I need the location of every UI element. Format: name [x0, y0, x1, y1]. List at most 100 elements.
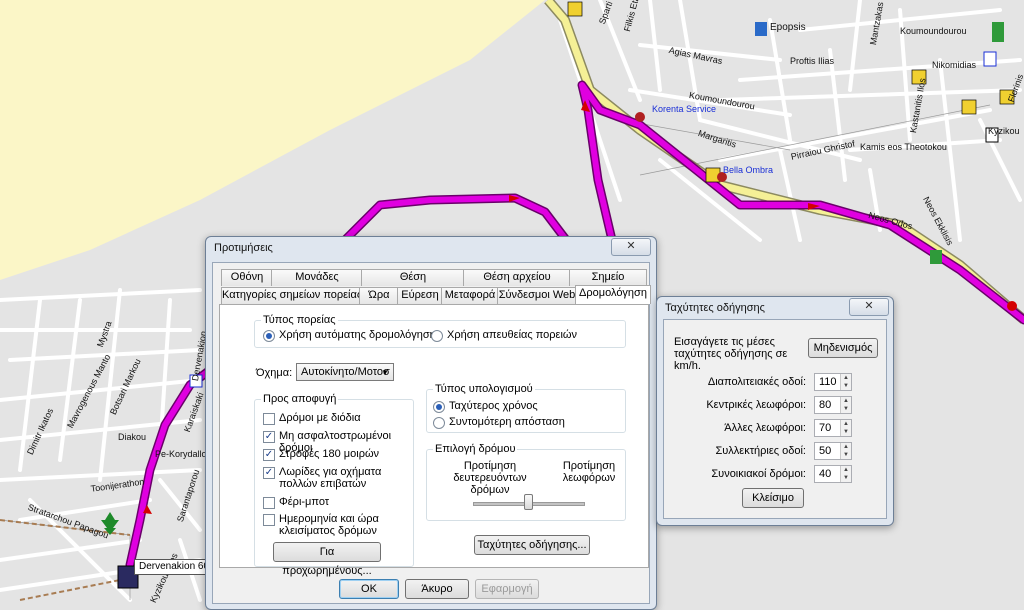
radio-icon [433, 401, 445, 413]
ok-button[interactable]: OK [339, 579, 399, 599]
checkbox-icon: ✓ [263, 431, 275, 443]
tab-routing[interactable]: Δρομολόγηση [575, 285, 651, 304]
spin-arrows-icon[interactable]: ▲ ▼ [840, 420, 851, 436]
radio-auto-routing[interactable]: Χρήση αυτόματης δρομολόγησης [263, 329, 441, 342]
spin-value: 50 [819, 445, 832, 457]
slider-thumb[interactable] [524, 494, 533, 510]
speed-input-other-highways[interactable]: 70 ▲ ▼ [814, 419, 852, 437]
poi-parking-icon [983, 51, 997, 67]
group-title: Επιλογή δρόμου [433, 443, 518, 455]
street-label: Diakou [118, 432, 147, 442]
tab-transfer[interactable]: Μεταφορά [441, 287, 499, 304]
checkbox-icon: ✓ [263, 449, 275, 461]
close-button[interactable]: ✕ [849, 298, 889, 316]
driving-speeds-button[interactable]: Ταχύτητες οδήγησης... [474, 535, 590, 555]
poi-label: Bella Ombra [723, 165, 774, 175]
checkbox-label: Δρόμοι με διόδια [279, 412, 361, 424]
road-selection-group: Επιλογή δρόμου Προτίμηση δευτερευόντων δ… [426, 443, 626, 521]
tab-file-location[interactable]: Θέση αρχείου [463, 269, 571, 286]
street-label: Pe-Korydallos [155, 449, 212, 459]
speed-label: Κεντρικές λεωφόροι: [706, 399, 806, 411]
radio-shortest-distance[interactable]: Συντομότερη απόσταση [433, 416, 565, 429]
street-label: Kamis eos Theotokou [860, 142, 947, 152]
checkbox-icon [263, 514, 275, 526]
radio-icon [431, 330, 443, 342]
slider-right-label: Προτίμηση λεωφόρων [562, 460, 616, 484]
radio-label: Συντομότερη απόσταση [449, 416, 565, 428]
dialog-client: Εισαγάγετε τις μέσες ταχύτητες οδήγησης … [663, 319, 887, 519]
checkbox-icon: ✓ [263, 467, 275, 479]
tab-time[interactable]: Ώρα [359, 287, 399, 304]
tab-find[interactable]: Εύρεση [397, 287, 443, 304]
checkbox-label: Φέρι-μποτ [279, 496, 330, 508]
vehicle-select[interactable]: Αυτοκίνητο/Μοτοσ ▼ [296, 363, 394, 381]
cancel-button[interactable]: Άκυρο [405, 579, 469, 599]
checkbox-label: Ημερομηνία και ώρα κλεισίματος δρόμων [279, 513, 379, 537]
group-title: Προς αποφυγή [261, 393, 339, 405]
dialog-client: Οθόνη Μονάδες Θέση Θέση αρχείου Σημείο Κ… [212, 262, 651, 604]
checkbox-icon [263, 413, 275, 425]
avoid-group: Προς αποφυγή Δρόμοι με διόδια ✓ Μη ασφαλ… [254, 393, 414, 577]
street-label: Kyzikou [988, 126, 1020, 136]
speed-input-collector-roads[interactable]: 50 ▲ ▼ [814, 442, 852, 460]
radio-label: Ταχύτερος χρόνος [449, 400, 538, 412]
radio-label: Χρήση αυτόματης δρομολόγησης [279, 329, 442, 341]
tab-web-links[interactable]: Σύνδεσμοι Web [497, 287, 577, 304]
dialog-title: Προτιμήσεις [214, 242, 273, 254]
location-label: Dervenakion 60 [134, 559, 215, 575]
check-carpool-lanes[interactable]: ✓ Λωρίδες για οχήματα πολλών επιβατών [263, 466, 411, 490]
poi-restaurant-icon [755, 22, 767, 36]
route-flag-icon [1007, 301, 1017, 311]
route-type-group: Τύπος πορείας Χρήση αυτόματης δρομολόγησ… [254, 314, 626, 348]
check-u-turns[interactable]: ✓ Στροφές 180 μοιρών [263, 448, 379, 461]
select-value: Αυτοκίνητο/Μοτοσ [301, 366, 390, 378]
speed-label: Συλλεκτήριες οδοί: [715, 445, 806, 457]
close-button[interactable]: ✕ [611, 238, 651, 256]
poi-hotel-icon [567, 1, 583, 17]
spin-arrows-icon[interactable]: ▲ ▼ [840, 443, 851, 459]
spin-arrows-icon[interactable]: ▲ ▼ [840, 397, 851, 413]
group-title: Τύπος πορείας [261, 314, 338, 326]
poi-label: Epopsis [770, 22, 806, 33]
group-title: Τύπος υπολογισμού [433, 383, 535, 395]
reset-button[interactable]: Μηδενισμός [808, 338, 878, 358]
radio-icon [263, 330, 275, 342]
poi-label: Korenta Service [652, 104, 717, 114]
preferences-dialog: Προτιμήσεις ✕ Οθόνη Μονάδες Θέση Θέση αρ… [205, 236, 657, 610]
tab-point[interactable]: Σημείο [569, 269, 647, 286]
radio-direct-routes[interactable]: Χρήση απευθείας πορειών [431, 329, 577, 342]
speed-input-interstate[interactable]: 110 ▲ ▼ [814, 373, 852, 391]
tab-display[interactable]: Οθόνη [221, 269, 273, 286]
checkbox-label: Στροφές 180 μοιρών [279, 448, 380, 460]
speed-input-major-highways[interactable]: 80 ▲ ▼ [814, 396, 852, 414]
tab-units[interactable]: Μονάδες [271, 269, 363, 286]
radio-fastest-time[interactable]: Ταχύτερος χρόνος [433, 400, 538, 413]
slider-left-label: Προτίμηση δευτερευόντων δρόμων [453, 460, 527, 496]
advanced-button[interactable]: Για προχωρημένους... [273, 542, 381, 577]
routing-panel: Τύπος πορείας Χρήση αυτόματης δρομολόγησ… [219, 304, 649, 577]
poi-icon [930, 250, 942, 264]
close-dialog-button[interactable]: Κλείσιμο [742, 488, 804, 508]
check-toll-roads[interactable]: Δρόμοι με διόδια [263, 412, 361, 425]
spin-value: 40 [819, 468, 832, 480]
radio-icon [433, 417, 445, 429]
spin-value: 80 [819, 399, 832, 411]
tab-position[interactable]: Θέση [361, 269, 465, 286]
checkbox-label: Λωρίδες για οχήματα πολλών επιβατών [279, 466, 382, 490]
calc-type-group: Τύπος υπολογισμού Ταχύτερος χρόνος Συντο… [426, 383, 626, 433]
instruction-text: Εισαγάγετε τις μέσες ταχύτητες οδήγησης … [674, 336, 788, 372]
apply-button[interactable]: Εφαρμογή [475, 579, 539, 599]
checkbox-icon [263, 497, 275, 509]
poi-service-icon [635, 112, 645, 122]
poi-hotel-icon [961, 99, 977, 115]
speed-input-residential-streets[interactable]: 40 ▲ ▼ [814, 465, 852, 483]
speed-label: Άλλες λεωφόροι: [724, 422, 806, 434]
spin-value: 70 [819, 422, 832, 434]
check-road-closures[interactable]: Ημερομηνία και ώρα κλεισίματος δρόμων [263, 513, 411, 537]
driving-speeds-dialog: Ταχύτητες οδήγησης ✕ Εισαγάγετε τις μέσε… [656, 296, 894, 526]
check-ferries[interactable]: Φέρι-μποτ [263, 496, 329, 509]
tab-waypoint-categories[interactable]: Κατηγορίες σημείων πορείας [221, 287, 362, 304]
spin-arrows-icon[interactable]: ▲ ▼ [840, 466, 851, 482]
vehicle-label: Όχημα: [256, 367, 293, 379]
spin-arrows-icon[interactable]: ▲ ▼ [840, 374, 851, 390]
